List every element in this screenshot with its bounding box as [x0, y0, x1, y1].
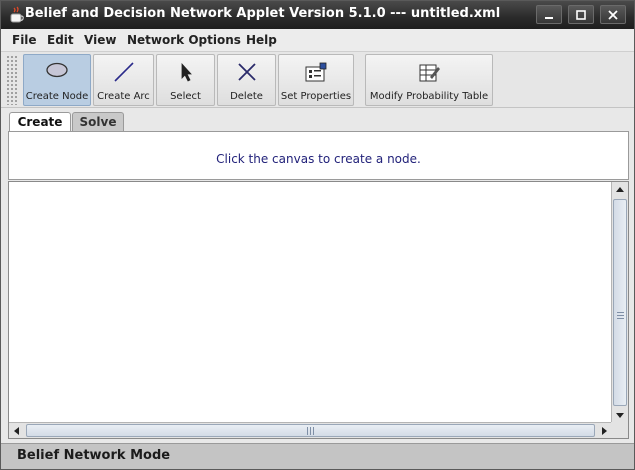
- close-button[interactable]: [600, 5, 626, 24]
- horizontal-scrollbar[interactable]: [9, 422, 612, 438]
- scroll-left-button[interactable]: [9, 423, 25, 439]
- menu-help[interactable]: Help: [246, 33, 277, 47]
- tab-create[interactable]: Create: [9, 112, 71, 132]
- create-arc-button[interactable]: Create Arc: [93, 54, 154, 106]
- instruction-message: Click the canvas to create a node.: [216, 152, 421, 166]
- message-panel: Click the canvas to create a node.: [8, 131, 629, 180]
- select-label: Select: [170, 91, 201, 102]
- scroll-up-button[interactable]: [612, 182, 628, 198]
- toolbar-grip-handle[interactable]: [6, 55, 18, 105]
- minimize-button[interactable]: [536, 5, 562, 24]
- tab-solve[interactable]: Solve: [72, 112, 124, 132]
- menu-bar: File Edit View Network Options Help: [1, 29, 634, 51]
- x-delete-icon: [237, 63, 256, 81]
- menu-edit[interactable]: Edit: [47, 33, 74, 47]
- delete-button[interactable]: Delete: [217, 54, 276, 106]
- minimize-icon: [545, 17, 553, 19]
- delete-label: Delete: [230, 91, 263, 102]
- mode-tabs: Create Solve: [1, 109, 634, 132]
- select-button[interactable]: Select: [156, 54, 215, 106]
- maximize-button[interactable]: [568, 5, 594, 24]
- create-node-button[interactable]: Create Node: [23, 54, 91, 106]
- set-properties-label: Set Properties: [280, 91, 352, 102]
- set-properties-button[interactable]: Set Properties: [278, 54, 354, 106]
- scroll-right-button[interactable]: [596, 423, 612, 439]
- close-icon: [608, 10, 618, 20]
- maximize-icon: [576, 10, 586, 20]
- thumb-grip-icon: [617, 312, 624, 320]
- canvas-scroll-pane: [8, 181, 629, 439]
- menu-network-options[interactable]: Network Options: [127, 33, 241, 47]
- window-title: Belief and Decision Network Applet Versi…: [24, 6, 501, 21]
- title-bar[interactable]: Belief and Decision Network Applet Versi…: [1, 1, 634, 29]
- applet-window: Belief and Decision Network Applet Versi…: [0, 0, 635, 470]
- status-bar: Belief Network Mode: [1, 443, 634, 469]
- create-arc-label: Create Arc: [97, 91, 150, 102]
- thumb-grip-icon: [307, 427, 315, 435]
- diagonal-line-icon: [113, 62, 134, 82]
- horizontal-scroll-thumb[interactable]: [26, 424, 595, 437]
- menu-file[interactable]: File: [12, 33, 37, 47]
- arrow-down-icon: [616, 413, 624, 418]
- menu-view[interactable]: View: [84, 33, 116, 47]
- pointer-arrow-icon: [181, 62, 192, 82]
- arrow-left-icon: [14, 427, 19, 435]
- ellipse-node-icon: [46, 62, 68, 78]
- table-edit-icon: [419, 64, 440, 82]
- network-canvas[interactable]: [9, 182, 612, 423]
- modify-probability-table-label: Modify Probability Table: [369, 91, 489, 102]
- toolbar: Create Node Create Arc Select Delete Set: [1, 51, 634, 108]
- arrow-right-icon: [602, 427, 607, 435]
- vertical-scrollbar[interactable]: [611, 182, 628, 423]
- scrollbar-corner: [611, 422, 628, 438]
- modify-probability-table-button[interactable]: Modify Probability Table: [365, 54, 493, 106]
- properties-panel-icon: [305, 62, 327, 82]
- vertical-scroll-thumb[interactable]: [613, 199, 627, 406]
- scroll-down-button[interactable]: [612, 407, 628, 423]
- mode-status: Belief Network Mode: [17, 448, 171, 463]
- arrow-up-icon: [616, 187, 624, 192]
- create-node-label: Create Node: [25, 91, 89, 102]
